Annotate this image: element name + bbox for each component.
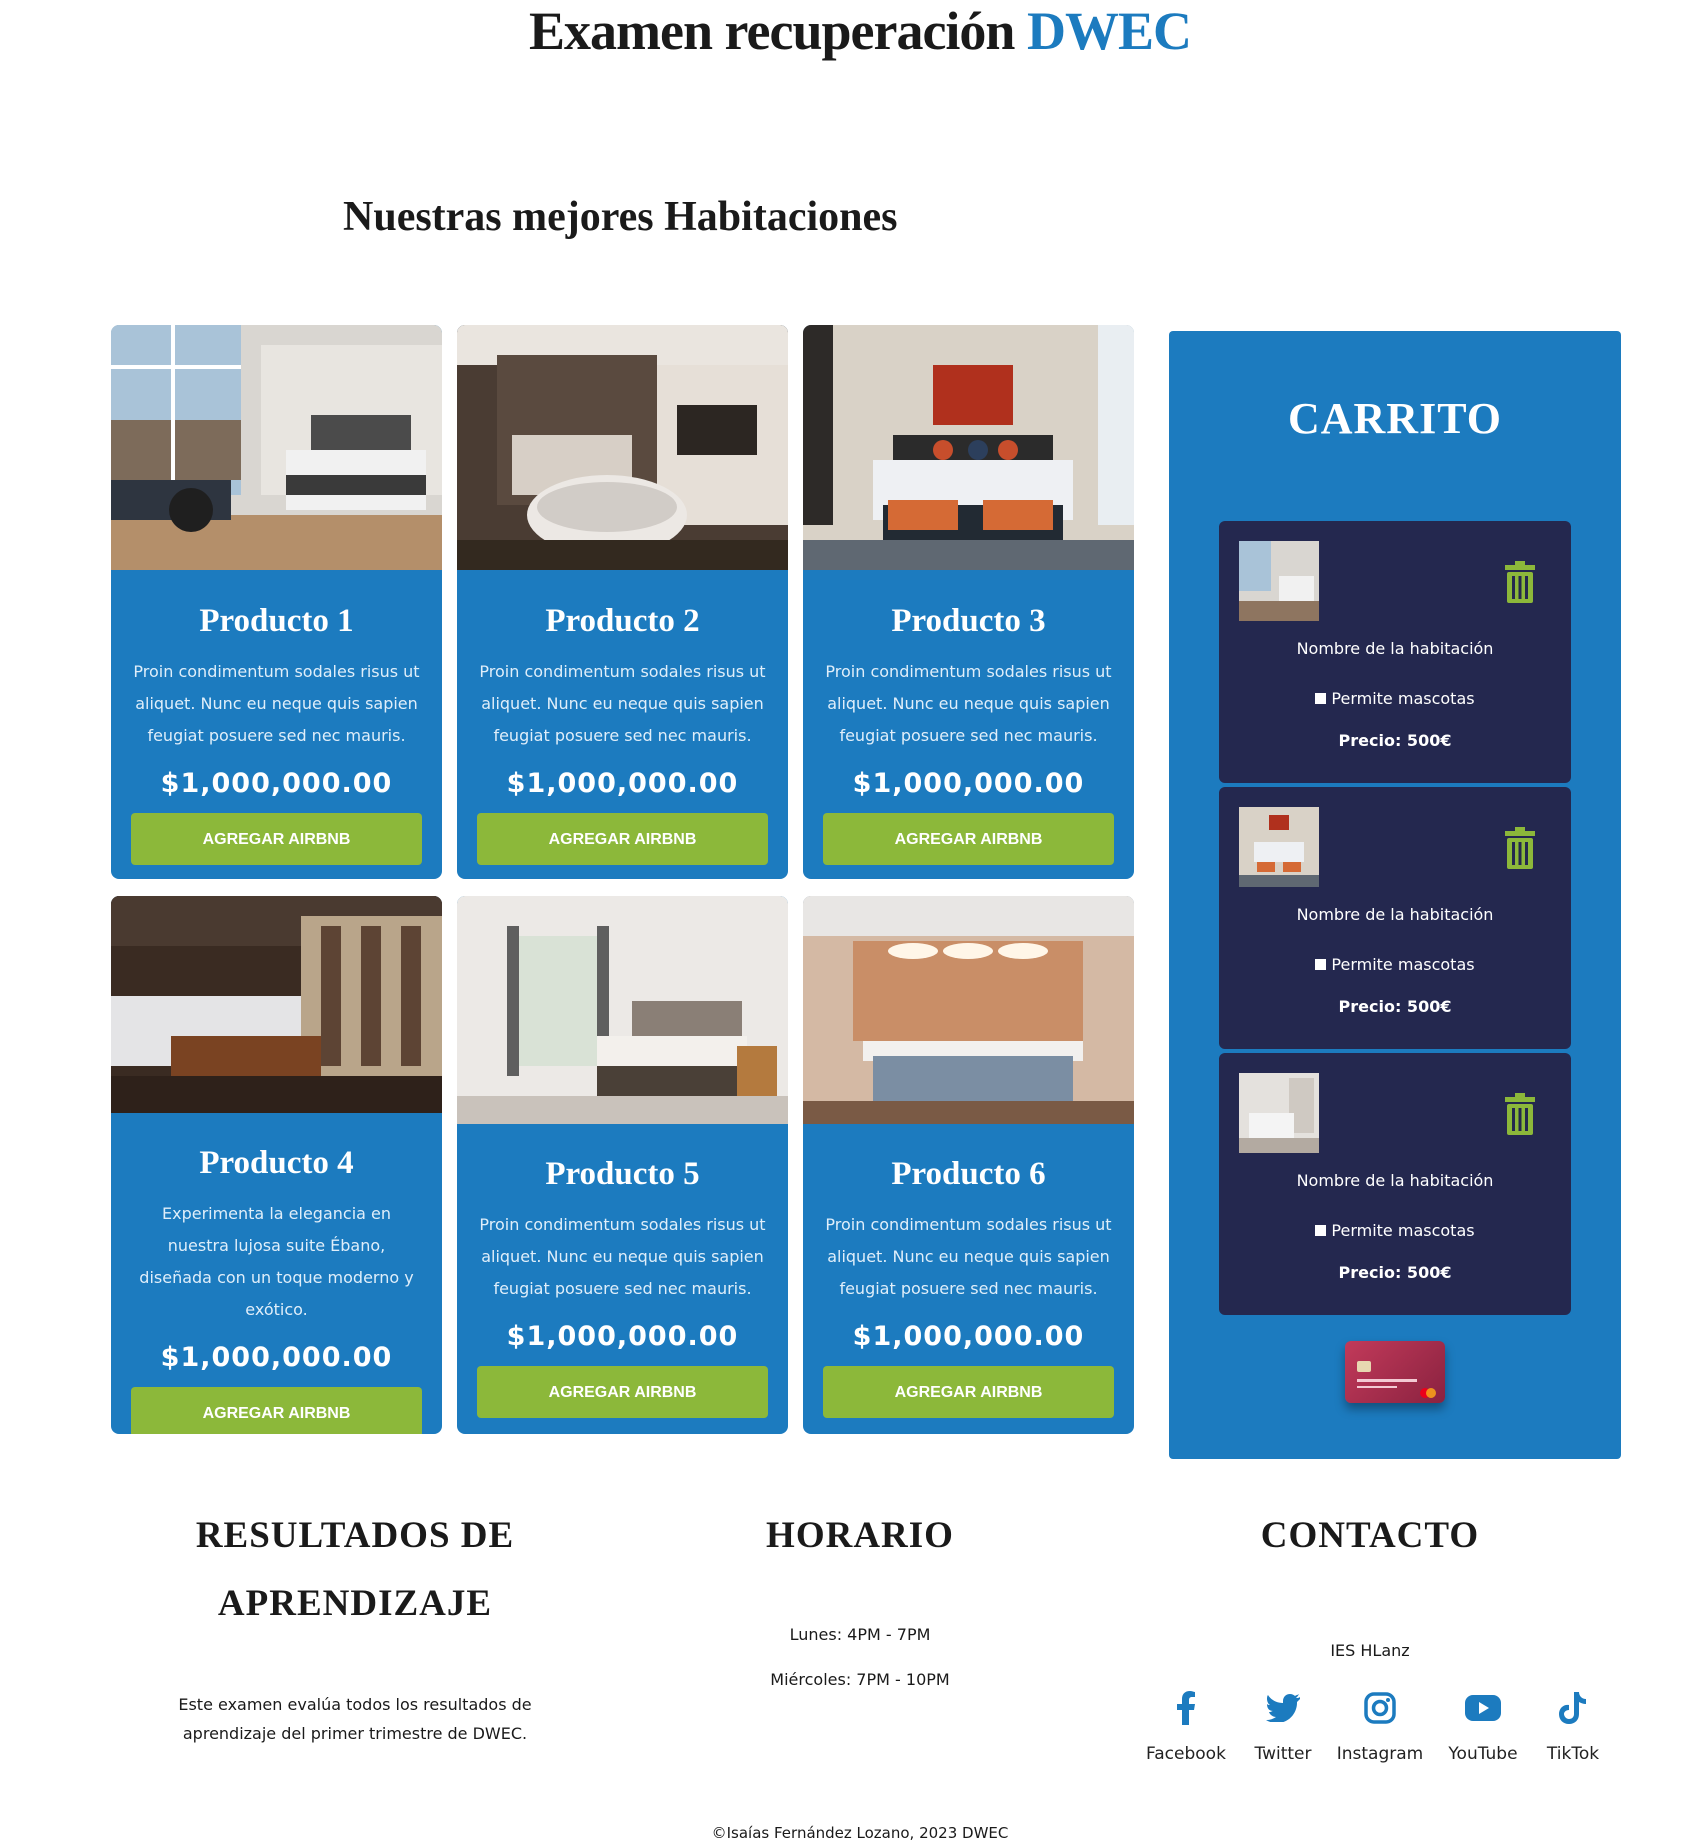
product-desc-4: Experimenta la elegancia en nuestra lujo… [139, 1204, 414, 1319]
pets-checkbox[interactable] [1315, 693, 1327, 704]
pets-label: Permite mascotas [1331, 955, 1475, 974]
product-title-4: Producto 4 [199, 1145, 354, 1181]
add-airbnb-button-1[interactable]: AGREGAR AIRBNB [131, 813, 422, 865]
social-label: TikTok [1546, 1744, 1600, 1764]
cart-item-price: Precio: 500€ [1338, 997, 1452, 1016]
section-title: Nuestras mejores Habitaciones [343, 194, 898, 240]
payment-card-icon[interactable] [1345, 1341, 1445, 1403]
results-title-line2: APRENDIZAJE [217, 1583, 493, 1624]
product-title-5: Producto 5 [545, 1156, 700, 1192]
pets-label: Permite mascotas [1331, 1221, 1475, 1240]
product-card-1: Producto 1 Proin condimentum sodales ris… [111, 325, 442, 879]
add-airbnb-button-3[interactable]: AGREGAR AIRBNB [823, 813, 1114, 865]
product-desc-1: Proin condimentum sodales risus ut aliqu… [133, 662, 420, 745]
product-price-5: $1,000,000.00 [506, 1321, 739, 1352]
social-facebook[interactable]: Facebook [1136, 1688, 1236, 1764]
cart-item-price: Precio: 500€ [1338, 1263, 1452, 1282]
product-desc-5: Proin condimentum sodales risus ut aliqu… [479, 1215, 766, 1298]
social-tiktok[interactable]: TikTok [1523, 1688, 1623, 1764]
cart-item-2: Nombre de la habitación Permite mascotas… [1219, 787, 1571, 1049]
add-airbnb-button-2[interactable]: AGREGAR AIRBNB [477, 813, 768, 865]
pets-label: Permite mascotas [1331, 689, 1475, 708]
product-card-4: Producto 4 Experimenta la elegancia en n… [111, 896, 442, 1434]
trash-icon[interactable] [1504, 1093, 1536, 1135]
results-title: RESULTADOS DE APRENDIZAJE [130, 1502, 580, 1638]
product-price-4: $1,000,000.00 [160, 1342, 393, 1373]
product-image-5 [457, 896, 788, 1124]
cart-panel: CARRITO Nombre de la habitación Permite … [1169, 331, 1621, 1459]
product-image-3 [803, 325, 1134, 570]
social-label: YouTube [1448, 1744, 1518, 1764]
product-card-2: Producto 2 Proin condimentum sodales ris… [457, 325, 788, 879]
page-title: Examen recuperación DWEC [0, 0, 1682, 62]
product-title-2: Producto 2 [545, 603, 700, 639]
cart-item-thumbnail [1239, 807, 1319, 887]
product-price-3: $1,000,000.00 [852, 768, 1085, 799]
social-instagram[interactable]: Instagram [1330, 1688, 1430, 1764]
social-label: Facebook [1146, 1744, 1226, 1764]
add-airbnb-button-4[interactable]: AGREGAR AIRBNB [131, 1387, 422, 1434]
product-desc-6: Proin condimentum sodales risus ut aliqu… [825, 1215, 1112, 1298]
social-youtube[interactable]: YouTube [1433, 1688, 1533, 1764]
page-title-accent: DWEC [1026, 1, 1192, 61]
product-image-4 [111, 896, 442, 1113]
trash-icon[interactable] [1504, 561, 1536, 603]
product-title-1: Producto 1 [199, 603, 354, 639]
page-title-main: Examen recuperación [529, 1, 1015, 61]
cart-item-name: Nombre de la habitación [1296, 1171, 1494, 1190]
cart-item-1: Nombre de la habitación Permite mascotas… [1219, 521, 1571, 783]
product-title-6: Producto 6 [891, 1156, 1046, 1192]
product-card-6: Producto 6 Proin condimentum sodales ris… [803, 896, 1134, 1434]
product-price-6: $1,000,000.00 [852, 1321, 1085, 1352]
cart-item-name: Nombre de la habitación [1296, 639, 1494, 658]
product-image-1 [111, 325, 442, 570]
cart-item-thumbnail [1239, 1073, 1319, 1153]
trash-icon[interactable] [1504, 827, 1536, 869]
youtube-icon [1433, 1688, 1533, 1728]
cart-item-name: Nombre de la habitación [1296, 905, 1494, 924]
copyright: ©Isaías Fernández Lozano, 2023 DWEC [711, 1824, 1009, 1842]
product-card-3: Producto 3 Proin condimentum sodales ris… [803, 325, 1134, 879]
product-image-6 [803, 896, 1134, 1124]
product-price-1: $1,000,000.00 [160, 768, 393, 799]
cart-item-pets: Permite mascotas [1219, 955, 1571, 974]
product-card-5: Producto 5 Proin condimentum sodales ris… [457, 896, 788, 1434]
facebook-icon [1136, 1688, 1236, 1728]
social-label: Twitter [1254, 1744, 1312, 1764]
results-title-line1: RESULTADOS DE [195, 1515, 515, 1556]
cart-item-thumbnail [1239, 541, 1319, 621]
cart-item-price: Precio: 500€ [1338, 731, 1452, 750]
schedule-line1: Lunes: 4PM - 7PM [789, 1625, 931, 1644]
pets-checkbox[interactable] [1315, 959, 1327, 970]
cart-item-pets: Permite mascotas [1219, 689, 1571, 708]
tiktok-icon [1523, 1688, 1623, 1728]
product-title-3: Producto 3 [891, 603, 1046, 639]
results-text: Este examen evalúa todos los resultados … [178, 1695, 532, 1743]
schedule-line2: Miércoles: 7PM - 10PM [770, 1670, 950, 1689]
product-image-2 [457, 325, 788, 570]
add-airbnb-button-5[interactable]: AGREGAR AIRBNB [477, 1366, 768, 1418]
cart-item-3: Nombre de la habitación Permite mascotas… [1219, 1053, 1571, 1315]
social-label: Instagram [1336, 1744, 1424, 1764]
pets-checkbox[interactable] [1315, 1225, 1327, 1236]
cart-title: CARRITO [1287, 394, 1502, 443]
contact-org: IES HLanz [1330, 1641, 1410, 1660]
social-twitter[interactable]: Twitter [1233, 1688, 1333, 1764]
cart-item-pets: Permite mascotas [1219, 1221, 1571, 1240]
product-price-2: $1,000,000.00 [506, 768, 739, 799]
add-airbnb-button-6[interactable]: AGREGAR AIRBNB [823, 1366, 1114, 1418]
instagram-icon [1330, 1688, 1430, 1728]
twitter-icon [1233, 1688, 1333, 1728]
contact-title: CONTACTO [1260, 1515, 1480, 1556]
product-desc-3: Proin condimentum sodales risus ut aliqu… [825, 662, 1112, 745]
product-desc-2: Proin condimentum sodales risus ut aliqu… [479, 662, 766, 745]
schedule-title: HORARIO [766, 1515, 954, 1556]
